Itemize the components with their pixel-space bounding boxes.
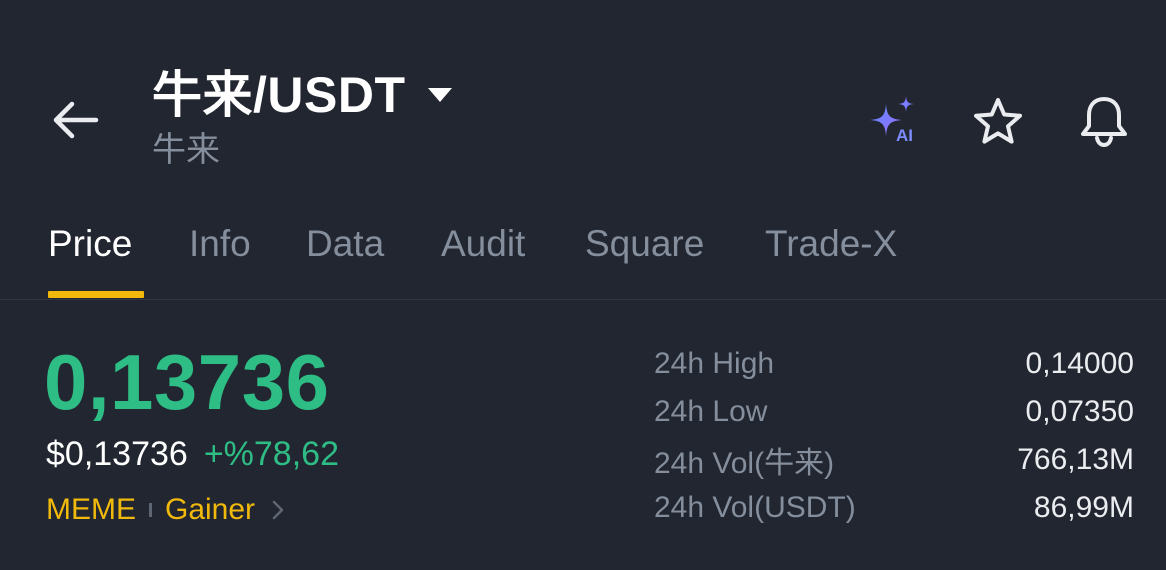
tab-trade-x[interactable]: Trade-X (765, 222, 897, 266)
price-change-percent: +%78,62 (203, 435, 339, 473)
tag-gainer[interactable]: Gainer (165, 490, 255, 530)
price-summary: $0,13736 +%78,62 (46, 433, 339, 475)
stat-value: 86,99M (1033, 491, 1134, 524)
arrow-left-icon (53, 101, 99, 139)
pair-dropdown[interactable]: 牛来/USDT (152, 66, 454, 124)
pair-selector[interactable]: 牛来/USDT 牛来 (152, 66, 454, 170)
ai-label: AI (896, 126, 913, 145)
star-icon (974, 98, 1022, 144)
ai-sparkle-icon: AI (870, 96, 914, 145)
pair-subtitle: 牛来 (152, 131, 220, 169)
tab-bar: Price Info Data Audit Square Trade-X (0, 214, 1166, 300)
active-tab-indicator (48, 291, 144, 298)
stat-row: 24h Vol(USDT) 86,99M (654, 484, 1134, 532)
bell-icon (1081, 97, 1127, 148)
tab-audit[interactable]: Audit (441, 222, 525, 266)
usd-price: $0,13736 (46, 435, 188, 473)
price-alert-button[interactable] (1076, 94, 1132, 150)
tag-meme[interactable]: MEME (46, 490, 136, 530)
tab-square[interactable]: Square (585, 222, 704, 266)
stat-label: 24h High (654, 347, 775, 380)
last-price: 0,13736 (44, 338, 330, 426)
tab-price[interactable]: Price (48, 222, 132, 266)
stat-label: 24h Vol(牛来) (654, 447, 835, 480)
tab-info[interactable]: Info (189, 222, 251, 266)
back-button[interactable] (48, 96, 104, 144)
caret-down-icon (427, 88, 452, 102)
stat-label: 24h Vol(USDT) (654, 491, 856, 524)
stat-value: 0,14000 (1025, 347, 1134, 380)
top-bar: 牛来/USDT 牛来 AI (0, 0, 1166, 190)
stat-label: 24h Low (654, 395, 768, 428)
stats-panel: 24h High 0,14000 24h Low 0,07350 24h Vol… (654, 340, 1134, 532)
stat-row: 24h Low 0,07350 (654, 388, 1134, 436)
pair-title: 牛来/USDT (152, 67, 406, 123)
stat-value: 766,13M (1017, 443, 1134, 476)
tag-list[interactable]: MEME Gainer (46, 490, 287, 530)
tag-separator (149, 503, 152, 517)
favorite-button[interactable] (970, 94, 1026, 150)
stat-row: 24h High 0,14000 (654, 340, 1134, 388)
ai-button[interactable]: AI (864, 94, 920, 150)
tab-data[interactable]: Data (306, 222, 384, 266)
chevron-right-icon[interactable] (269, 498, 287, 522)
stat-row: 24h Vol(牛来) 766,13M (654, 436, 1134, 484)
stat-value: 0,07350 (1025, 395, 1134, 428)
